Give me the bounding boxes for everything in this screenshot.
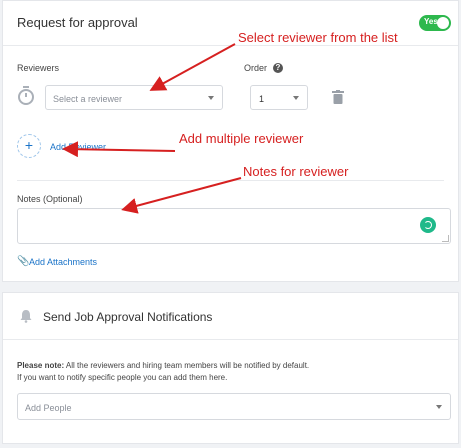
annotation-select-reviewer: Select reviewer from the list [238, 30, 398, 45]
annotation-add-multiple: Add multiple reviewer [179, 131, 304, 146]
annotation-notes: Notes for reviewer [243, 164, 349, 179]
annotation-arrow [121, 177, 242, 214]
annotation-arrow [62, 141, 176, 158]
annotation-arrows [62, 43, 242, 214]
annotation-arrow [149, 43, 236, 91]
